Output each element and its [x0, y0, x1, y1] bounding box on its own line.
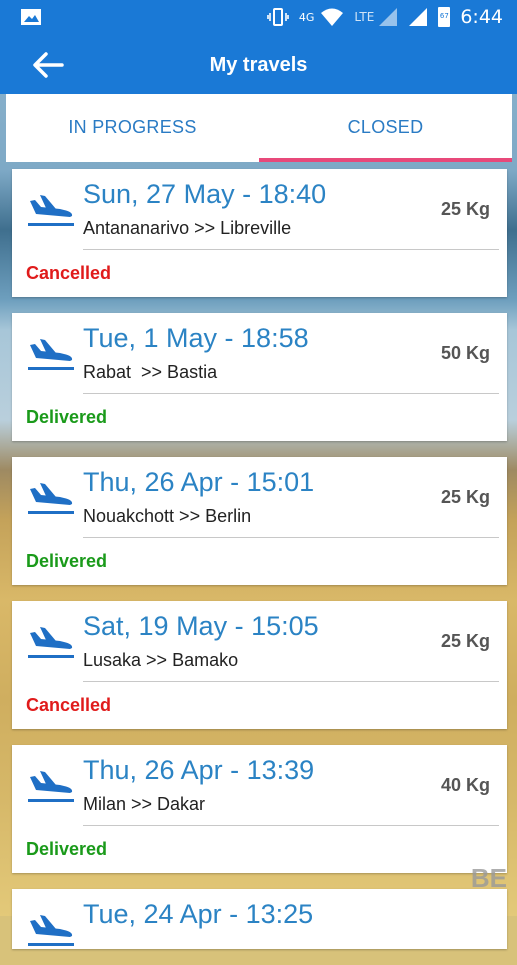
status-label: Delivered [26, 551, 108, 571]
wifi-icon [321, 8, 344, 26]
travel-date: Tue, 1 May - 18:58 [83, 323, 309, 353]
plane-departure-icon [28, 627, 74, 658]
card-divider [83, 537, 499, 538]
travel-date: Sat, 19 May - 15:05 [83, 611, 319, 641]
status-label: Delivered [26, 839, 108, 859]
card-divider [83, 681, 499, 682]
arrow-left-icon [33, 52, 64, 78]
plane-departure-icon [28, 339, 74, 370]
card-divider [83, 825, 499, 826]
watermark-logo: BE [470, 863, 507, 893]
travel-card[interactable]: Thu, 26 Apr - 13:39 Milan >> Dakar 40 Kg… [12, 745, 507, 873]
travel-weight: 25 Kg [440, 199, 490, 219]
page-title: My travels [209, 54, 308, 76]
travel-route: Milan >> Dakar [83, 794, 206, 814]
network-type-label: 4G [298, 10, 315, 24]
tab-closed[interactable]: CLOSED [259, 94, 512, 162]
travel-card[interactable]: Tue, 24 Apr - 13:25 [12, 889, 507, 949]
plane-departure-icon [28, 915, 74, 946]
travel-list: Sun, 27 May - 18:40 Antananarivo >> Libr… [12, 169, 507, 965]
back-button[interactable] [28, 48, 68, 82]
status-label: Delivered [26, 407, 108, 427]
battery-icon: 67 [438, 7, 451, 27]
signal-icon [379, 8, 398, 26]
travel-card[interactable]: Thu, 26 Apr - 15:01 Nouakchott >> Berlin… [12, 457, 507, 585]
travel-route: Lusaka >> Bamako [83, 650, 239, 670]
card-divider [83, 393, 499, 394]
card-divider [83, 249, 499, 250]
plane-departure-icon [28, 195, 74, 226]
image-icon [21, 9, 41, 25]
tab-bar: IN PROGRESS CLOSED [6, 94, 512, 162]
travel-date: Tue, 24 Apr - 13:25 [83, 899, 314, 929]
travel-weight: 25 Kg [440, 487, 490, 507]
lte-label: LTE [354, 10, 375, 24]
travel-weight: 25 Kg [440, 631, 490, 651]
battery-level: 67 [439, 12, 449, 20]
travel-route: Rabat >> Bastia [83, 362, 218, 382]
travel-card[interactable]: Tue, 1 May - 18:58 Rabat >> Bastia 50 Kg… [12, 313, 507, 441]
travel-route: Nouakchott >> Berlin [83, 506, 252, 526]
travel-card[interactable]: Sat, 19 May - 15:05 Lusaka >> Bamako 25 … [12, 601, 507, 729]
app-bar: My travels [0, 36, 517, 94]
vibrate-icon [267, 8, 289, 26]
status-label: Cancelled [26, 695, 112, 715]
travel-route: Antananarivo >> Libreville [83, 218, 292, 238]
signal-icon-2 [409, 8, 428, 26]
travel-weight: 50 Kg [440, 343, 490, 363]
tab-in-progress[interactable]: IN PROGRESS [6, 94, 259, 162]
travel-weight: 40 Kg [440, 775, 490, 795]
plane-departure-icon [28, 483, 74, 514]
travel-date: Sun, 27 May - 18:40 [83, 179, 327, 209]
status-label: Cancelled [26, 263, 112, 283]
travel-date: Thu, 26 Apr - 15:01 [83, 467, 315, 497]
travel-date: Thu, 26 Apr - 13:39 [83, 755, 315, 785]
status-bar: 4G LTE 67 6:44 [0, 0, 517, 36]
travel-card[interactable]: Sun, 27 May - 18:40 Antananarivo >> Libr… [12, 169, 507, 297]
plane-departure-icon [28, 771, 74, 802]
clock: 6:44 [460, 6, 503, 28]
